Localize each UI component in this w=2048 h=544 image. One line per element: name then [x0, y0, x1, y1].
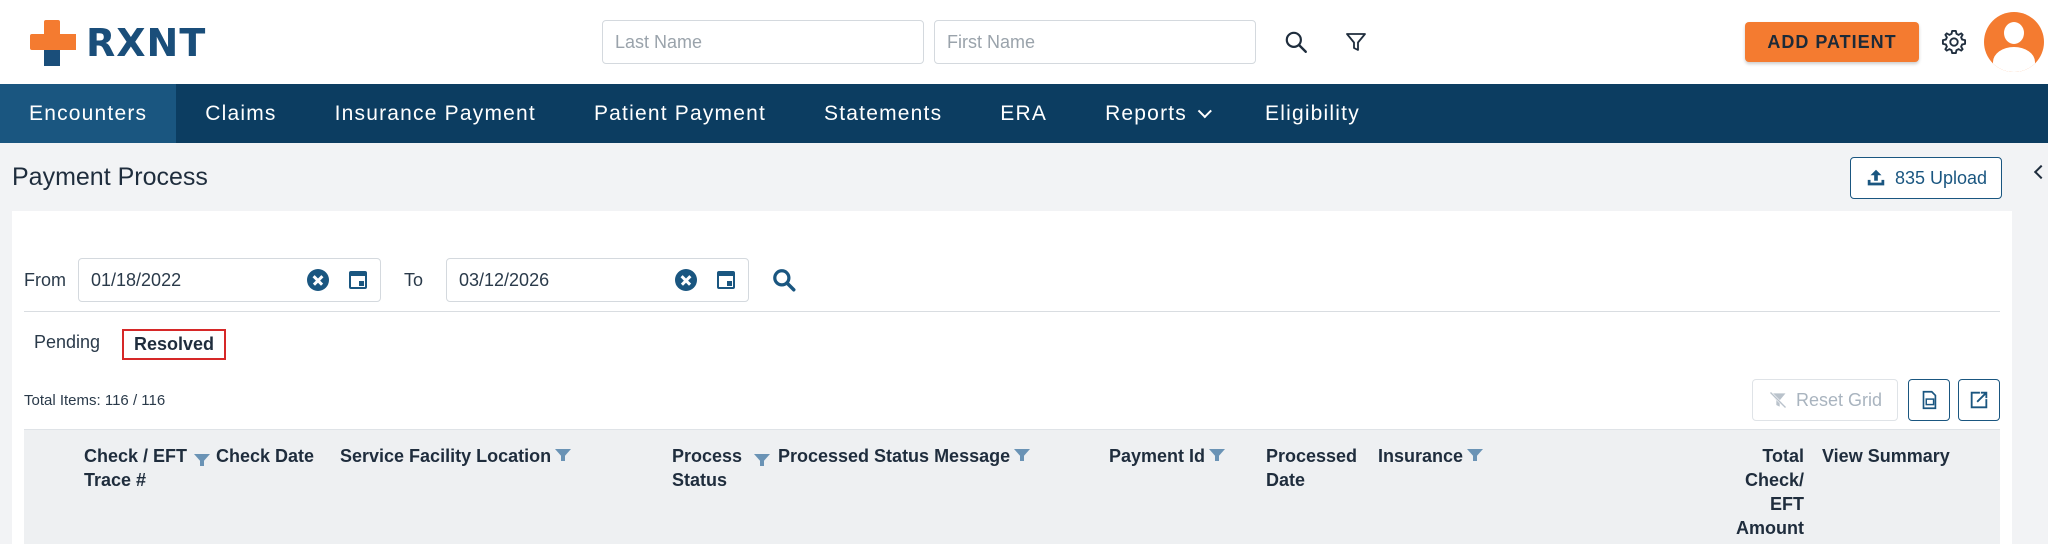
nav-item-statements[interactable]: Statements: [795, 84, 971, 143]
nav-item-reports[interactable]: Reports: [1076, 84, 1236, 143]
column-header-processed-date[interactable]: Processed Date: [1266, 444, 1358, 492]
column-header-check-date[interactable]: Check Date: [216, 444, 314, 468]
clear-icon[interactable]: [307, 269, 329, 291]
app-header: RXNT ADD PATIENT: [0, 0, 2048, 84]
column-header-check-trace[interactable]: Check / EFT Trace #: [84, 444, 219, 492]
filter-funnel-icon[interactable]: [555, 449, 572, 461]
column-header-payment-id[interactable]: Payment Id: [1109, 444, 1226, 468]
nav-label: Claims: [205, 101, 277, 125]
upload-icon: [1867, 169, 1885, 186]
calendar-icon[interactable]: [349, 271, 367, 289]
reset-filter-icon: [1769, 391, 1787, 409]
nav-item-insurance-payment[interactable]: Insurance Payment: [306, 84, 565, 143]
nav-label: Patient Payment: [593, 101, 767, 125]
content-area: Payment Process 835 Upload From 01/18/20…: [0, 143, 2048, 544]
column-label: Insurance: [1378, 446, 1464, 466]
column-label: Process Status: [672, 446, 743, 490]
chevron-down-icon: [1197, 103, 1212, 118]
main-nav: Encounters Claims Insurance Payment Pati…: [0, 84, 2048, 143]
divider: [24, 311, 2000, 312]
brand-name: RXNT: [86, 21, 207, 65]
column-label: Service Facility Location: [340, 446, 552, 466]
collapse-panel-icon[interactable]: [2033, 164, 2048, 180]
nav-label: Insurance Payment: [334, 101, 536, 125]
export-csv-button[interactable]: [1908, 379, 1950, 421]
column-header-view-summary[interactable]: View Summary: [1822, 444, 1950, 468]
nav-item-eligibility[interactable]: Eligibility: [1236, 84, 1389, 143]
column-label: Check Date: [216, 446, 315, 466]
column-label: View Summary: [1822, 446, 1950, 466]
export-button[interactable]: [1958, 379, 2000, 421]
calendar-icon[interactable]: [717, 271, 735, 289]
rxnt-logo[interactable]: RXNT: [30, 20, 206, 66]
from-date-value: 01/18/2022: [91, 269, 182, 290]
filter-funnel-icon[interactable]: [1014, 449, 1031, 461]
grid-header: Check / EFT Trace # Check Date Service F…: [24, 429, 2000, 544]
column-label: Total Check/ EFT Amount: [1736, 446, 1804, 538]
column-header-processed-status-message[interactable]: Processed Status Message: [778, 444, 1031, 468]
column-header-process-status[interactable]: Process Status: [672, 444, 742, 492]
user-avatar[interactable]: [1984, 12, 2044, 72]
reset-grid-button[interactable]: Reset Grid: [1752, 379, 1898, 421]
from-label: From: [24, 270, 66, 290]
to-date-field[interactable]: 03/12/2026: [446, 258, 749, 302]
search-icon[interactable]: [1278, 24, 1314, 60]
filter-funnel-icon[interactable]: [1467, 449, 1484, 461]
tab-pending[interactable]: Pending: [34, 332, 100, 353]
gear-icon[interactable]: [1936, 24, 1972, 60]
clear-icon[interactable]: [675, 269, 697, 291]
filter-funnel-icon[interactable]: [754, 454, 770, 466]
filter-icon[interactable]: [1338, 24, 1374, 60]
from-date-field[interactable]: 01/18/2022: [78, 258, 381, 302]
logo-cross-icon: [30, 20, 76, 66]
to-label: To: [404, 270, 424, 290]
add-patient-button[interactable]: ADD PATIENT: [1745, 22, 1919, 62]
nav-item-era[interactable]: ERA: [971, 84, 1076, 143]
column-header-insurance[interactable]: Insurance: [1378, 444, 1484, 468]
column-header-service-facility[interactable]: Service Facility Location: [340, 444, 572, 468]
column-label: Payment Id: [1109, 446, 1206, 466]
page-title: Payment Process: [12, 163, 208, 191]
to-date-value: 03/12/2026: [459, 269, 550, 290]
nav-label: ERA: [1000, 101, 1048, 125]
date-search-icon[interactable]: [770, 266, 798, 294]
payment-process-panel: From 01/18/2022 To 03/12/2026 Pending Re…: [12, 211, 2012, 544]
nav-item-claims[interactable]: Claims: [176, 84, 305, 143]
nav-label: Encounters: [29, 101, 148, 125]
column-label: Processed Date: [1266, 446, 1358, 490]
filter-funnel-icon[interactable]: [1209, 449, 1226, 461]
nav-label: Statements: [824, 101, 943, 125]
column-header-total-amount[interactable]: Total Check/ EFT Amount: [1724, 444, 1804, 540]
column-label: Check / EFT Trace #: [84, 446, 188, 490]
upload-835-button[interactable]: 835 Upload: [1850, 157, 2002, 199]
export-icon: [1970, 391, 1988, 409]
nav-label: Reports: [1105, 101, 1187, 125]
nav-item-patient-payment[interactable]: Patient Payment: [565, 84, 795, 143]
reset-grid-label: Reset Grid: [1795, 389, 1883, 410]
export-file-icon: [1922, 390, 1937, 410]
tab-resolved[interactable]: Resolved: [122, 329, 227, 360]
filter-funnel-icon[interactable]: [194, 454, 210, 466]
nav-label: Eligibility: [1265, 101, 1360, 125]
upload-label: 835 Upload: [1894, 167, 1988, 188]
column-label: Processed Status Message: [778, 446, 1011, 466]
nav-item-encounters[interactable]: Encounters: [0, 84, 177, 143]
last-name-input[interactable]: [602, 20, 924, 64]
first-name-input[interactable]: [934, 20, 1256, 64]
total-items-count: Total Items: 116 / 116: [24, 392, 166, 409]
